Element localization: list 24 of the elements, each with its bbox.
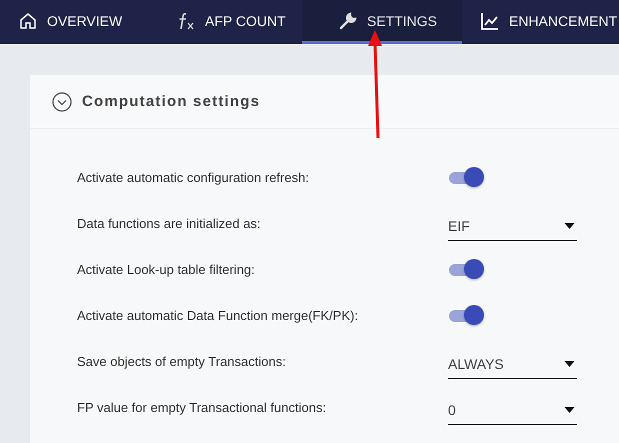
collapse-icon[interactable] xyxy=(52,92,72,112)
wrench-icon xyxy=(338,10,358,30)
setting-label: Activate automatic Data Function merge(FK/PK): xyxy=(77,308,360,322)
chart-icon xyxy=(480,10,500,30)
dropdown-field[interactable]: EIF xyxy=(448,211,577,241)
setting-label: Activate Look-up table filtering: xyxy=(77,262,256,276)
home-icon xyxy=(18,10,38,30)
caret-icon xyxy=(564,222,575,228)
dropdown-field[interactable]: 0 xyxy=(448,395,577,425)
setting-label: Data functions are initialized as: xyxy=(77,216,262,230)
toggle-switch[interactable] xyxy=(448,166,484,188)
setting-label: FP value for empty Transactional functions: xyxy=(77,400,328,414)
dropdown-field[interactable]: ALWAYS xyxy=(448,349,577,379)
nav-tab[interactable]: OVERVIEW xyxy=(0,0,126,44)
setting-label: Save objects of empty Transactions: xyxy=(77,354,287,368)
toggle-switch[interactable] xyxy=(448,304,484,326)
setting-label: Activate automatic configuration refresh: xyxy=(77,170,310,184)
nav-tab[interactable]: ENHANCEMENT xyxy=(462,0,619,44)
toggle-switch[interactable] xyxy=(448,258,484,280)
nav-tab[interactable]: SETTINGS xyxy=(302,0,462,44)
caret-icon xyxy=(564,406,575,412)
section-title: Computation settings xyxy=(82,93,260,110)
nav-tab[interactable]: AFP COUNT xyxy=(126,0,302,44)
caret-icon xyxy=(564,360,575,366)
